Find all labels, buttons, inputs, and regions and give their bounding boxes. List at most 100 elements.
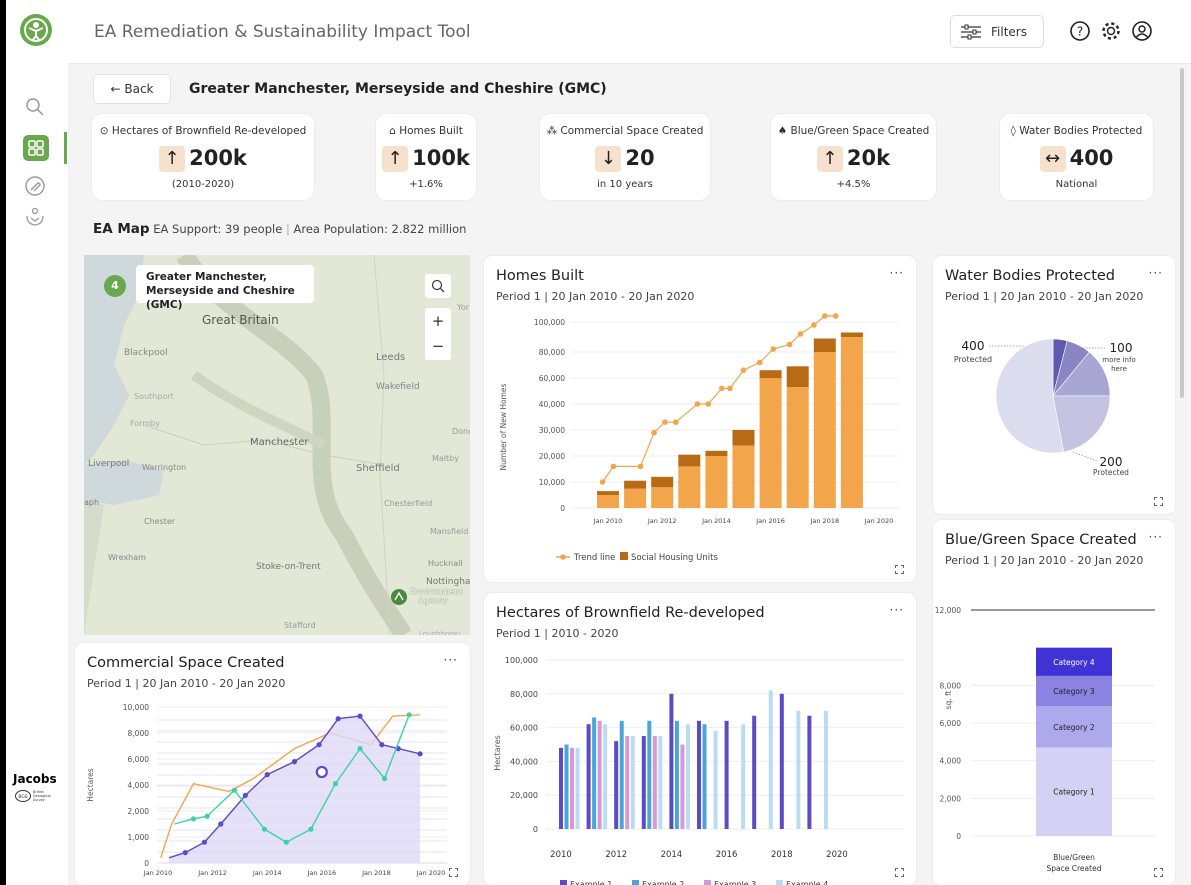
commercial-y-tick: 10,000	[123, 703, 149, 712]
commercial-series-point	[357, 746, 363, 752]
brownfield-bar	[575, 747, 580, 829]
zoom-out-button[interactable]: −	[425, 334, 451, 360]
zoom-in-button[interactable]: +	[425, 308, 451, 334]
commercial-y-tick: 6,000	[128, 755, 150, 764]
map-place-label: Formby	[130, 419, 160, 428]
water-bodies-card[interactable]: Water Bodies Protected Period 1 | 20 Jan…	[933, 256, 1175, 514]
jacobs-logo: Jacobs	[13, 772, 57, 786]
map-place-label: Liverpool	[88, 459, 130, 469]
arrow-up-icon: ↑	[816, 146, 843, 172]
svg-text:?: ?	[1077, 25, 1083, 39]
expand-icon[interactable]	[895, 868, 904, 877]
bluegreen-y-tick: 0	[956, 832, 961, 841]
kpi-card-commercial[interactable]: ⁂ Commercial Space Created ↓ 20 in 10 yea…	[540, 114, 710, 200]
back-button[interactable]: ← Back	[93, 74, 171, 104]
map-place-label: Blackpool	[124, 348, 168, 358]
homes-bar	[813, 352, 836, 508]
attachment-icon[interactable]	[24, 175, 46, 201]
commercial-space-card[interactable]: Commercial Space Created Period 1 | 20 J…	[75, 643, 470, 885]
map-search-button[interactable]	[425, 274, 451, 298]
filters-label: Filters	[991, 25, 1027, 39]
help-icon[interactable]: ?	[1069, 20, 1091, 46]
water-annotation-value: 200	[1100, 455, 1123, 469]
map-place-label: Yor	[457, 303, 470, 312]
community-icon[interactable]	[24, 206, 46, 232]
brownfield-y-tick: 20,000	[510, 791, 538, 800]
brownfield-card[interactable]: Hectares of Brownfield Re-developed Peri…	[484, 593, 916, 885]
brownfield-bar	[641, 736, 646, 829]
homes-trend-point	[740, 367, 747, 373]
brownfield-bar	[796, 710, 801, 829]
commercial-series-point	[261, 826, 268, 832]
brownfield-bar	[625, 736, 630, 829]
user-account-icon[interactable]	[1131, 20, 1153, 46]
brownfield-x-tick: 2020	[826, 850, 848, 860]
commercial-x-tick: Jan 2016	[306, 869, 336, 877]
expand-icon[interactable]	[1154, 868, 1163, 877]
app-logo-icon[interactable]	[20, 14, 52, 46]
commercial-x-tick: Jan 2012	[197, 869, 227, 877]
active-indicator	[64, 132, 67, 164]
commercial-series-point	[381, 775, 388, 782]
map-place-label: Wrexham	[108, 553, 146, 562]
homes-trend-point	[637, 463, 644, 470]
brownfield-legend-label: Example 2	[642, 880, 684, 885]
map-place-label: Mansfield	[430, 527, 469, 536]
homes-trend-point	[727, 385, 733, 392]
commercial-y-tick: 4,000	[128, 781, 150, 790]
ea-map[interactable]: 4 Greater Manchester, Merseyside and Che…	[84, 255, 470, 635]
app-title: EA Remediation & Sustainability Impact T…	[94, 22, 471, 42]
legend-trend-dot	[560, 554, 566, 560]
homes-social-bar	[678, 454, 701, 467]
homes-x-tick: Jan 2010	[593, 517, 623, 525]
homes-bar	[759, 378, 782, 508]
bluegreen-y-tick: 4,000	[940, 757, 962, 766]
homes-y-tick: 40,000	[539, 400, 565, 409]
commercial-y-tick: 2,000	[128, 807, 150, 816]
filters-button[interactable]: Filters	[950, 15, 1044, 48]
expand-icon[interactable]	[1154, 497, 1163, 506]
homes-social-bar	[651, 476, 674, 488]
region-callout[interactable]: 4 Greater Manchester, Merseyside and Che…	[104, 265, 314, 311]
homes-trend-point	[811, 322, 817, 328]
brownfield-bar	[570, 747, 575, 829]
search-icon[interactable]	[24, 96, 46, 122]
homes-x-tick: Jan 2012	[647, 517, 677, 525]
homes-bar	[705, 456, 728, 508]
homes-social-bar	[840, 332, 863, 337]
kpi-card-water[interactable]: ◊ Water Bodies Protected ↔ 400 National	[1000, 114, 1153, 200]
bluegreen-space-card[interactable]: Blue/Green Space Created Period 1 | 20 J…	[933, 520, 1175, 885]
homes-bar	[840, 337, 863, 508]
homes-built-card[interactable]: Homes Built Period 1 | 20 Jan 2010 - 20 …	[484, 256, 916, 582]
settings-gear-icon[interactable]	[1100, 20, 1122, 46]
water-drop-icon: ◊	[1010, 125, 1020, 137]
brownfield-y-tick: 0	[533, 825, 538, 834]
map-place-label: Wakefield	[376, 382, 420, 392]
homes-bar	[597, 495, 619, 508]
scrollbar[interactable]	[1180, 68, 1184, 398]
kpi-card-bluegreen[interactable]: ♠ Blue/Green Space Created ↑ 20k +4.5%	[771, 114, 936, 200]
region-name-line1: Greater Manchester,	[146, 271, 267, 283]
brownfield-legend-swatch	[632, 880, 639, 885]
commercial-x-tick: Jan 2010	[143, 869, 173, 877]
homes-trend-point	[672, 419, 679, 425]
region-name-line2: Merseyside and Cheshire (GMC)	[146, 285, 295, 311]
commercial-series-point	[231, 787, 238, 793]
commercial-series-point	[308, 826, 314, 832]
sidebar: Jacobs BGS British Geological Survey	[6, 0, 68, 885]
expand-icon[interactable]	[895, 565, 904, 574]
kpi-card-brownfield[interactable]: ⊙ Hectares of Brownfield Re-developed ↑ 2…	[92, 114, 314, 200]
commercial-y-tick: 1,000	[128, 833, 150, 842]
brownfield-bar	[586, 724, 591, 829]
brownfield-bar	[669, 693, 674, 829]
homes-y-tick: 0	[560, 504, 565, 513]
dashboard-icon[interactable]	[23, 135, 49, 161]
top-header: EA Remediation & Sustainability Impact T…	[68, 0, 1191, 64]
arrow-up-icon: ↑	[159, 146, 186, 172]
expand-icon[interactable]	[449, 868, 458, 877]
homes-y-tick: 20,000	[539, 452, 565, 461]
brownfield-y-tick: 60,000	[510, 724, 538, 733]
filters-icon	[961, 24, 981, 40]
kpi-card-homes[interactable]: ⌂ Homes Built ↑ 100k +1.6%	[376, 114, 476, 200]
brownfield-bar	[564, 744, 569, 829]
